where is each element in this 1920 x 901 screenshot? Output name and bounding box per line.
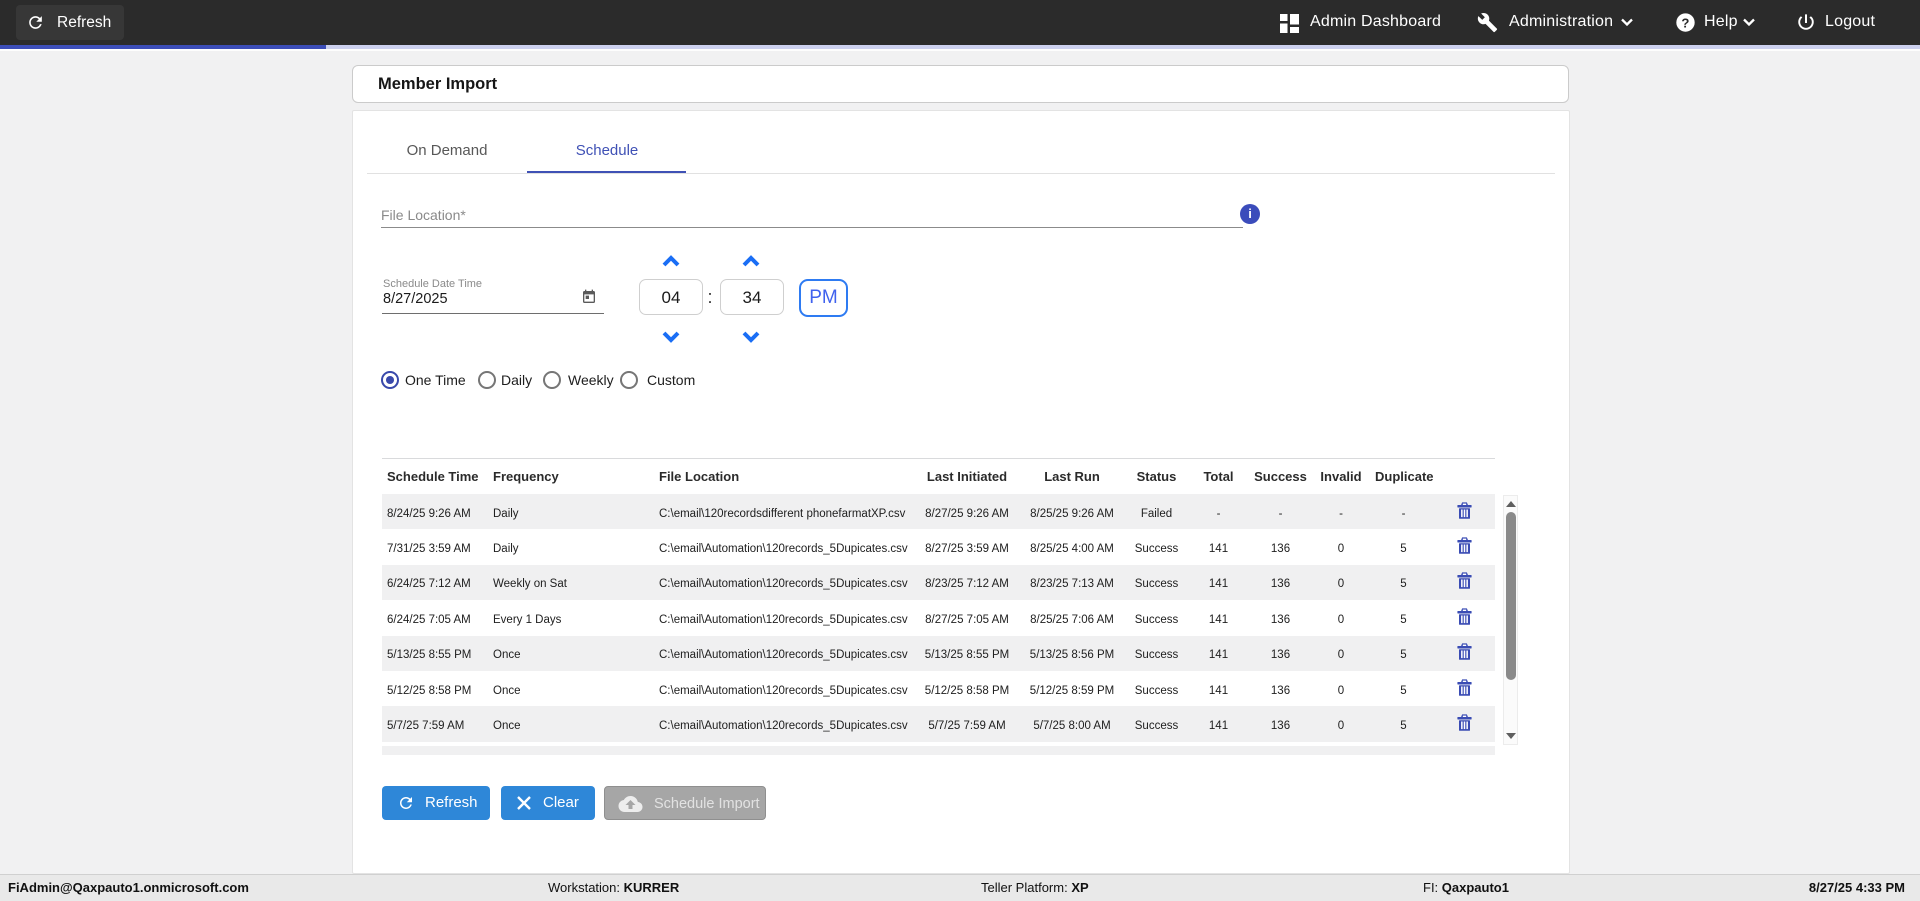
svg-text:?: ? (1681, 15, 1689, 30)
